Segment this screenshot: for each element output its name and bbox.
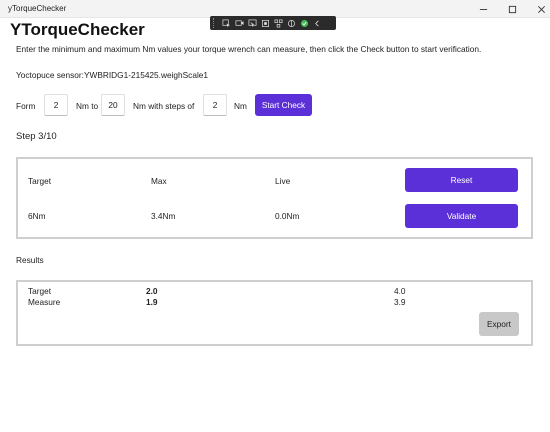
live-value: 0.0Nm — [275, 211, 300, 221]
display-layout-adorners-icon[interactable] — [247, 18, 257, 28]
maximize-icon — [508, 5, 516, 13]
result-measure-value: 3.9 — [394, 297, 406, 307]
result-measure-value: 1.9 — [146, 297, 158, 307]
close-icon — [537, 5, 545, 13]
target-header: Target — [28, 176, 52, 186]
start-check-button[interactable]: Start Check — [255, 94, 312, 116]
max-header: Max — [151, 176, 167, 186]
step-indicator: Step 3/10 — [16, 131, 57, 142]
validate-button[interactable]: Validate — [405, 204, 518, 228]
window-title: yTorqueChecker — [8, 4, 67, 13]
unit-label: Nm — [234, 101, 247, 111]
maximize-button[interactable] — [497, 1, 527, 17]
hot-reload-status-icon[interactable] — [299, 18, 309, 28]
binding-failures-icon[interactable] — [273, 18, 283, 28]
results-label: Results — [16, 255, 44, 265]
instructions-text: Enter the minimum and maximum Nm values … — [16, 44, 482, 54]
max-nm-input[interactable] — [101, 94, 125, 116]
from-label: Form — [16, 101, 36, 111]
check-panel: Target Max Live 6Nm 3.4Nm 0.0Nm Reset Va… — [16, 157, 533, 239]
live-header: Live — [275, 176, 291, 186]
step-nm-input[interactable] — [203, 94, 227, 116]
min-nm-input[interactable] — [44, 94, 68, 116]
select-element-icon[interactable] — [221, 18, 231, 28]
track-focused-element-icon[interactable] — [260, 18, 270, 28]
to-label: Nm to — [76, 101, 99, 111]
target-value: 6Nm — [28, 211, 46, 221]
results-measure-label: Measure — [28, 297, 61, 307]
results-target-label: Target — [28, 286, 52, 296]
live-visual-tree-icon[interactable] — [234, 18, 244, 28]
steps-label: Nm with steps of — [133, 101, 195, 111]
result-target-value: 2.0 — [146, 286, 158, 296]
minimize-icon — [479, 8, 487, 10]
reset-button[interactable]: Reset — [405, 168, 518, 192]
toolbar-grip[interactable] — [213, 18, 217, 28]
result-target-value: 4.0 — [394, 286, 406, 296]
debug-toolbar — [210, 16, 336, 30]
minimize-button[interactable] — [468, 1, 498, 17]
app-title: YTorqueChecker — [10, 20, 145, 39]
max-value: 3.4Nm — [151, 211, 176, 221]
results-panel: Target Measure 2.0 1.9 4.0 3.9 Export — [16, 280, 533, 346]
hot-reload-icon[interactable] — [286, 18, 296, 28]
export-button[interactable]: Export — [479, 312, 519, 336]
sensor-name: Yoctopuce sensor:YWBRIDG1-215425.weighSc… — [16, 70, 209, 80]
collapse-icon[interactable] — [312, 18, 322, 28]
close-button[interactable] — [526, 1, 550, 17]
